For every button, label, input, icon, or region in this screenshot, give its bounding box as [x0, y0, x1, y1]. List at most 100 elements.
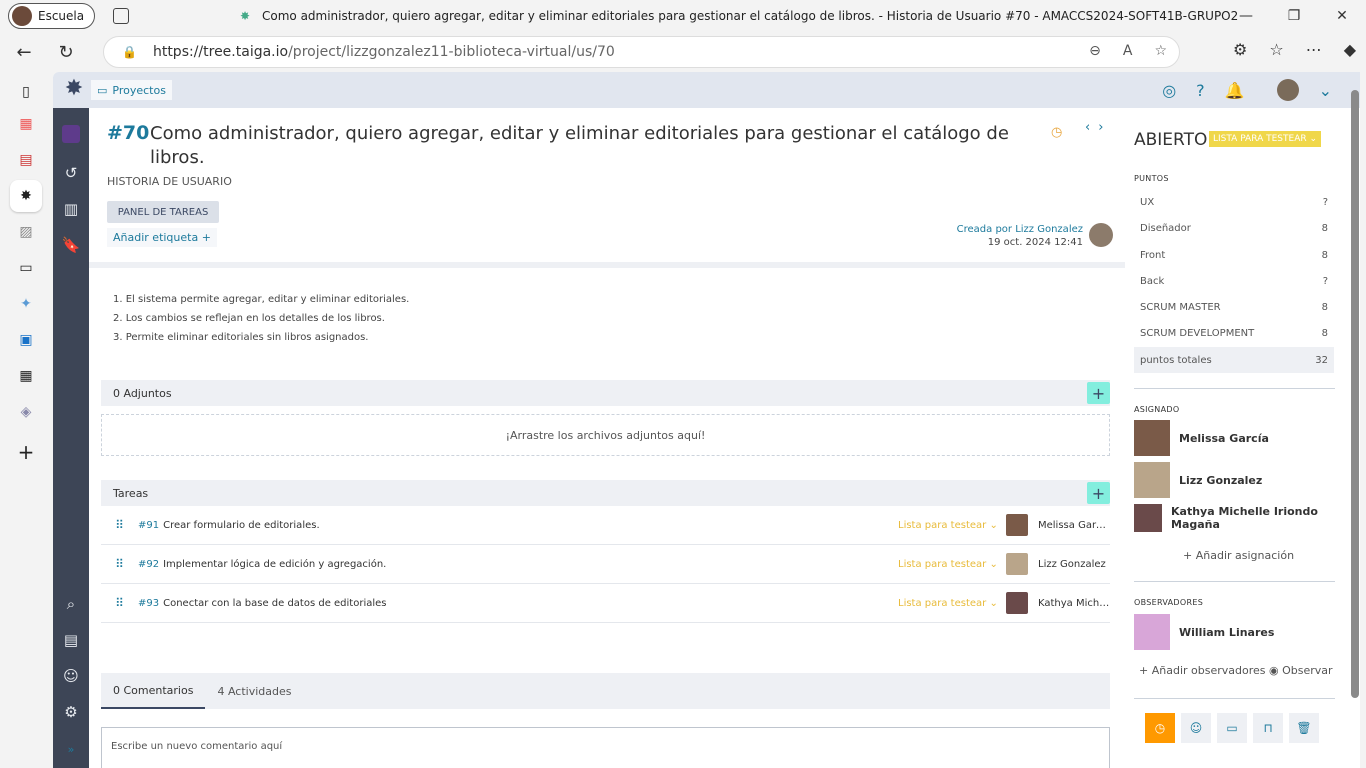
notifications-icon[interactable]: 🔔: [1225, 81, 1245, 100]
url-field[interactable]: 🔒 https://tree.taiga.io/project/lizzgonz…: [103, 36, 1180, 68]
add-app-icon[interactable]: +: [14, 440, 38, 464]
pdf-icon[interactable]: ▤: [14, 148, 38, 172]
favorite-star-icon[interactable]: ☆: [1154, 43, 1167, 59]
taiga-logo-icon[interactable]: ✸: [61, 76, 87, 102]
task-ref[interactable]: #93: [138, 598, 159, 609]
add-task-button[interactable]: +: [1087, 482, 1110, 504]
points-row[interactable]: UX?: [1134, 189, 1334, 215]
eye-icon: ◉: [1269, 664, 1283, 677]
watcher-user[interactable]: William Linares: [1134, 614, 1274, 650]
task-name[interactable]: Crear formulario de editoriales.: [163, 520, 898, 531]
settings-icon[interactable]: ⚙: [59, 700, 83, 724]
project-logo-icon[interactable]: [62, 125, 80, 143]
task-status[interactable]: Lista para testear ⌄: [898, 559, 1006, 570]
profile-button[interactable]: Escuela: [8, 3, 96, 29]
drag-handle-icon[interactable]: ⠿: [101, 596, 138, 610]
clock-icon[interactable]: ◷: [1051, 125, 1062, 140]
assigned-user-name: Lizz Gonzalez: [1179, 473, 1263, 487]
wiki-icon[interactable]: ▤: [59, 628, 83, 652]
taiga-topnav: ✸ ▭ Proyectos ◎ ? 🔔 ⌄: [53, 72, 1360, 108]
lock-icon[interactable]: ⊓: [1253, 713, 1283, 743]
add-attachment-button[interactable]: +: [1087, 382, 1110, 404]
task-assignee[interactable]: Kathya Michelle Iriondo Magaña: [1038, 598, 1110, 609]
outlook-icon[interactable]: ▣: [14, 328, 38, 352]
story-nav-arrows[interactable]: ‹›: [1085, 120, 1111, 135]
comment-input[interactable]: Escribe un nuevo comentario aquí: [101, 727, 1110, 768]
breadcrumb[interactable]: ▭ Proyectos: [91, 80, 172, 100]
task-assignee[interactable]: Lizz Gonzalez: [1038, 559, 1110, 570]
drag-handle-icon[interactable]: ⠿: [101, 557, 138, 571]
read-aloud-icon[interactable]: A: [1123, 43, 1133, 59]
drag-handle-icon[interactable]: ⠿: [101, 518, 138, 532]
trash-icon[interactable]: 🗑: [1289, 713, 1319, 743]
kanban-icon[interactable]: ▥: [59, 197, 83, 221]
tab-comments[interactable]: 0 Comentarios: [101, 673, 206, 709]
task-status[interactable]: Lista para testear ⌄: [898, 598, 1006, 609]
copilot-icon[interactable]: ◆: [1344, 40, 1356, 59]
team-requirement-icon[interactable]: ☺: [1181, 713, 1211, 743]
app-icon[interactable]: ▨: [14, 220, 38, 244]
help-icon[interactable]: ?: [1196, 81, 1205, 100]
maximize-icon[interactable]: ❐: [1270, 0, 1318, 32]
story-sidebar: ABIERTO LISTA PARA TESTEAR ⌄ PUNTOS UX? …: [1125, 108, 1360, 768]
clock-icon[interactable]: ◷: [1145, 713, 1175, 743]
created-by[interactable]: Creada por Lizz Gonzalez: [957, 223, 1083, 236]
back-icon[interactable]: ←: [6, 36, 42, 68]
taiga-app-icon[interactable]: ✸: [10, 180, 42, 212]
task-ref[interactable]: #91: [138, 520, 159, 531]
task-ref[interactable]: #92: [138, 559, 159, 570]
story-subject[interactable]: Como administrador, quiero agregar, edit…: [150, 122, 1040, 170]
extensions-icon[interactable]: ⚙: [1233, 40, 1247, 59]
add-watchers-button[interactable]: + Añadir observadores: [1139, 664, 1266, 677]
user-avatar[interactable]: [1276, 79, 1299, 101]
attachments-dropzone[interactable]: ¡Arrastre los archivos adjuntos aquí!: [101, 414, 1110, 456]
search-icon[interactable]: ⌕: [59, 592, 83, 616]
favorites-icon[interactable]: ☆: [1269, 40, 1283, 59]
points-row[interactable]: SCRUM DEVELOPMENT 8: [1134, 320, 1334, 346]
scrollbar[interactable]: [1351, 90, 1359, 698]
points-row[interactable]: Diseñador 8: [1134, 215, 1334, 241]
assigned-user[interactable]: Lizz Gonzalez: [1134, 462, 1262, 498]
points-row[interactable]: Front 8: [1134, 242, 1334, 268]
expand-icon[interactable]: »: [59, 737, 83, 761]
epics-icon[interactable]: 🔖: [59, 233, 83, 257]
task-name[interactable]: Implementar lógica de edición y agregaci…: [163, 559, 898, 570]
spark-icon[interactable]: ✦: [14, 292, 38, 316]
office-icon[interactable]: ▦: [14, 112, 38, 136]
divider: [1134, 698, 1335, 699]
minimize-icon[interactable]: —: [1222, 0, 1270, 32]
status-dropdown[interactable]: LISTA PARA TESTEAR ⌄: [1209, 131, 1322, 147]
discover-icon[interactable]: ◎: [1162, 81, 1176, 100]
add-tag-button[interactable]: Añadir etiqueta +: [107, 228, 217, 247]
chevron-down-icon[interactable]: ⌄: [1319, 81, 1332, 100]
points-row[interactable]: SCRUM MASTER 8: [1134, 294, 1334, 320]
add-assignment-button[interactable]: + Añadir asignación: [1183, 549, 1294, 562]
task-name[interactable]: Conectar con la base de datos de editori…: [163, 598, 898, 609]
task-assignee[interactable]: Melissa García: [1038, 520, 1110, 531]
tab-actions-icon[interactable]: [113, 8, 130, 24]
task-status[interactable]: Lista para testear ⌄: [898, 520, 1006, 531]
client-requirement-icon[interactable]: ▭: [1217, 713, 1247, 743]
breadcrumb-projects[interactable]: Proyectos: [112, 84, 166, 97]
assigned-user[interactable]: Melissa García: [1134, 420, 1269, 456]
points-role: Back: [1140, 275, 1165, 287]
scrum-icon[interactable]: ↺: [59, 161, 83, 185]
story-ref: #70: [107, 122, 150, 144]
tab-activities[interactable]: 4 Actividades: [205, 673, 303, 709]
more-icon[interactable]: ⋯: [1306, 40, 1322, 59]
points-role: SCRUM DEVELOPMENT: [1140, 327, 1255, 339]
calendar-icon[interactable]: ▦: [14, 364, 38, 388]
team-icon[interactable]: ☺: [59, 664, 83, 688]
points-row[interactable]: Back?: [1134, 268, 1334, 294]
lock-icon[interactable]: 🔒: [122, 45, 137, 59]
sidebar-toggle-icon[interactable]: ▯: [14, 80, 38, 104]
assigned-user[interactable]: Kathya Michelle Iriondo Magaña: [1134, 504, 1334, 532]
story-description[interactable]: 1. El sistema permite agregar, editar y …: [113, 290, 409, 347]
document-icon[interactable]: ▭: [14, 256, 38, 280]
refresh-icon[interactable]: ↻: [48, 36, 84, 68]
watch-button[interactable]: ◉ Observar: [1269, 664, 1333, 677]
task-panel-button[interactable]: PANEL DE TAREAS: [107, 201, 219, 223]
zoom-icon[interactable]: ⊖: [1089, 43, 1101, 59]
drive-icon[interactable]: ◈: [14, 400, 38, 424]
close-icon[interactable]: ✕: [1318, 0, 1366, 32]
